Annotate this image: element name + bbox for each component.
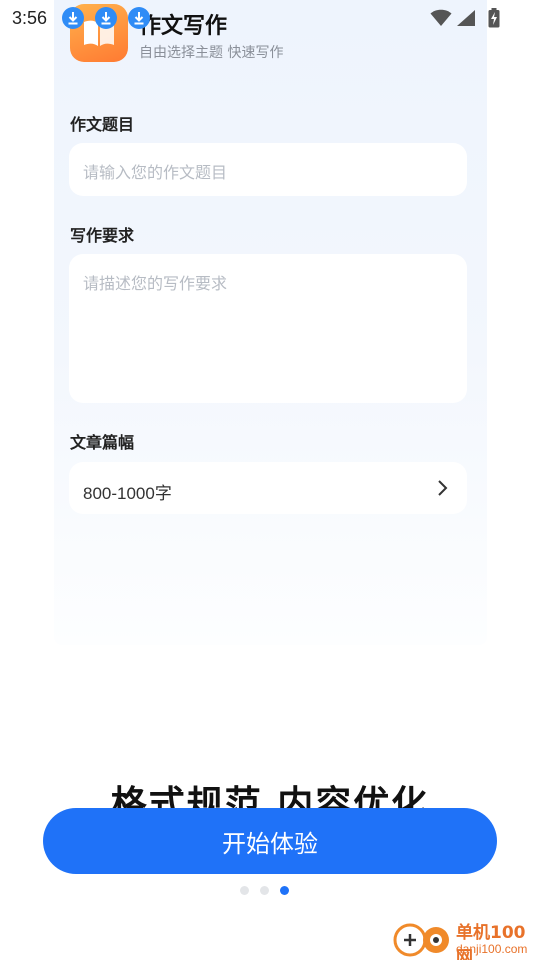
status-bar: 3:56	[0, 0, 540, 36]
length-label: 文章篇幅	[70, 433, 135, 452]
watermark-url: danji100.com	[456, 942, 528, 956]
status-time: 3:56	[12, 8, 48, 28]
watermark: 单机100网 danji100.com	[392, 918, 540, 960]
page-indicator	[240, 886, 289, 895]
page-dot	[240, 886, 249, 895]
length-select[interactable]: 800-1000字	[69, 462, 467, 514]
download-icon	[128, 7, 150, 29]
topic-label: 作文题目	[70, 115, 135, 134]
topic-input[interactable]: 请输入您的作文题目	[69, 143, 467, 196]
download-icon	[95, 7, 117, 29]
page-dot	[260, 886, 269, 895]
signal-icon	[457, 10, 475, 26]
watermark-logo	[393, 923, 449, 957]
length-value: 800-1000字	[83, 484, 172, 503]
app-subtitle: 自由选择主题 快速写作	[139, 45, 284, 61]
requirement-label: 写作要求	[70, 226, 135, 245]
requirement-textarea[interactable]: 请描述您的写作要求	[69, 254, 467, 403]
battery-charging-icon	[488, 8, 500, 28]
topic-placeholder: 请输入您的作文题目	[83, 163, 228, 182]
chevron-right-icon	[438, 480, 448, 496]
start-button[interactable]: 开始体验	[43, 808, 497, 874]
download-icon	[62, 7, 84, 29]
page-dot-active	[280, 886, 289, 895]
wifi-icon	[430, 9, 452, 27]
requirement-placeholder: 请描述您的写作要求	[83, 274, 228, 293]
